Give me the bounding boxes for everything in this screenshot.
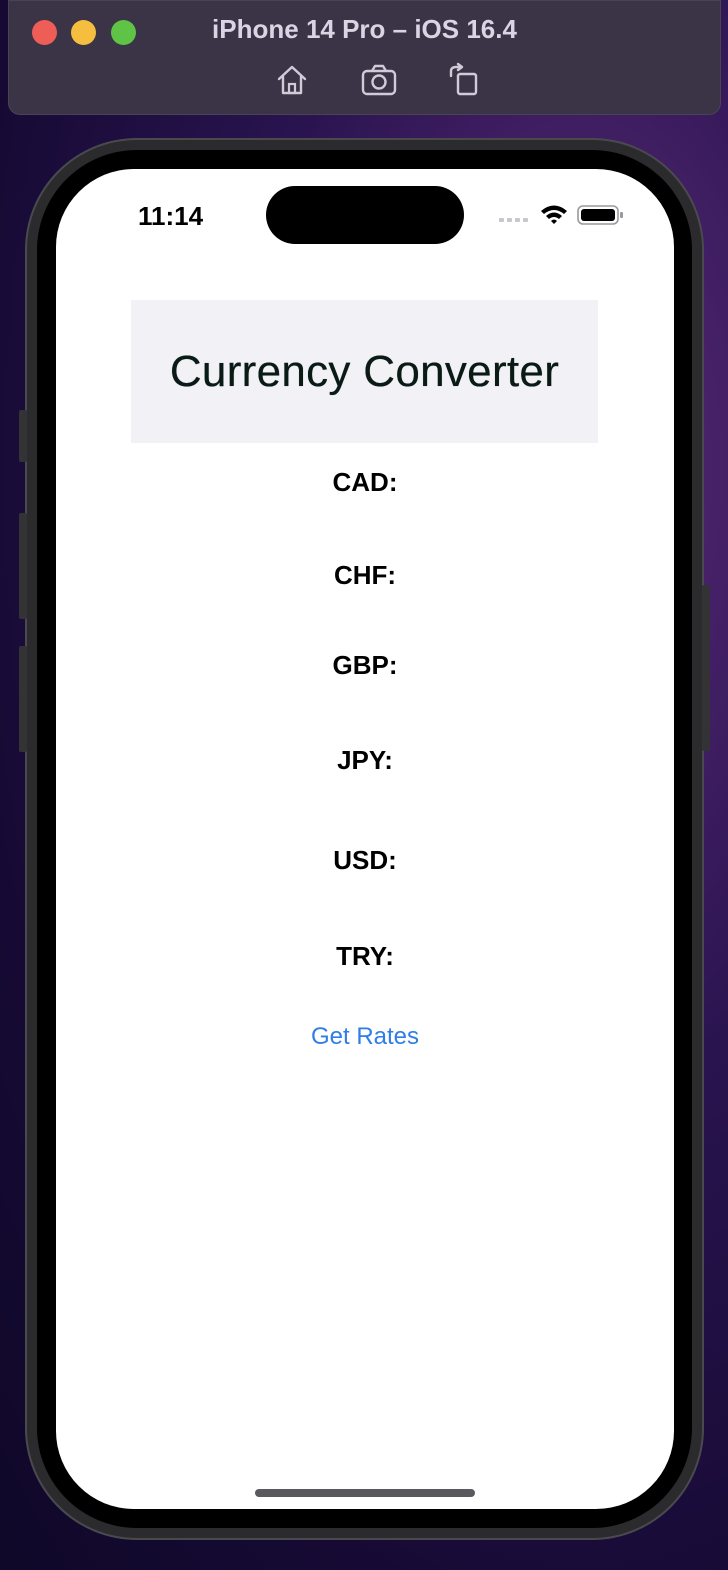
home-indicator[interactable] [255,1489,475,1497]
header-banner: Currency Converter [131,300,598,443]
rotate-icon[interactable] [446,62,482,98]
status-time: 11:14 [138,201,204,231]
power-button [702,585,710,751]
wifi-icon [541,205,567,224]
get-rates-button[interactable]: Get Rates [56,1023,674,1051]
screenshot-icon[interactable] [361,62,397,98]
volume-down-button [19,646,27,752]
battery-icon [577,205,623,225]
dynamic-island [266,186,464,244]
simulator-toolbar: iPhone 14 Pro – iOS 16.4 [8,0,721,115]
rate-label-try: TRY: [336,941,394,971]
rate-label-usd: USD: [333,845,397,875]
volume-up-button [19,513,27,619]
cellular-signal-icon [499,218,528,222]
home-icon[interactable] [274,62,310,98]
simulator-title: iPhone 14 Pro – iOS 16.4 [212,14,517,44]
page-title: Currency Converter [169,346,560,396]
rate-label-chf: CHF: [333,560,397,590]
rate-label-jpy: JPY: [337,745,393,775]
mute-switch [19,410,27,462]
rate-label-gbp: GBP: [332,650,398,680]
device-screen: 11:14 Currency Converter CAD: CHF: GBP: … [56,169,674,1509]
status-icons [499,205,623,225]
rate-label-cad: CAD: [332,467,398,497]
